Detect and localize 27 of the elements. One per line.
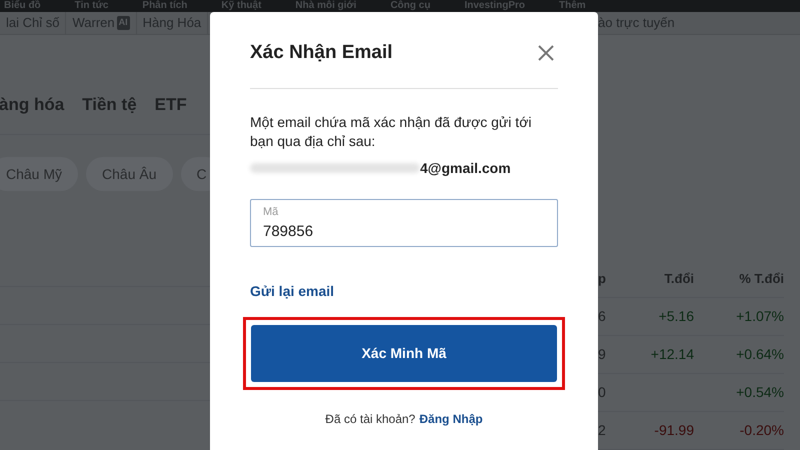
table-cell-text: 0 xyxy=(598,383,607,402)
region-chip[interactable]: Châu Âu xyxy=(86,157,173,191)
table-cell-text: 9 xyxy=(598,345,607,364)
table-cell-text: 2 xyxy=(598,421,607,440)
table-cell-text: 6 xyxy=(598,307,607,326)
category-tab[interactable]: Tiền tệ xyxy=(82,92,137,118)
resend-email-link[interactable]: Gửi lại email xyxy=(250,281,334,302)
column-header: p xyxy=(598,270,607,288)
dialog-title: Xác Nhận Email xyxy=(250,40,393,65)
table-cell-text: -0.20% xyxy=(740,421,784,440)
footer-text: Đã có tài khoản? xyxy=(325,411,416,428)
table-cell-text: +5.16 xyxy=(658,307,694,326)
column-header: T.đổi xyxy=(663,270,694,288)
category-tab[interactable]: ETF xyxy=(154,92,187,118)
verify-code-button[interactable]: Xác Minh Mã xyxy=(251,325,557,382)
table-cell-text: +1.07% xyxy=(736,307,784,326)
table-cell-text: -91.99 xyxy=(654,421,694,440)
table-cell-text: +0.54% xyxy=(736,383,784,402)
login-link[interactable]: Đăng Nhập xyxy=(419,410,483,428)
field-label: Mã xyxy=(263,206,278,219)
column-header: % T.đổi xyxy=(738,270,784,288)
dialog-message: Một email chứa mã xác nhận đã được gửi tới bạn qua địa chỉ sau: xyxy=(250,113,532,151)
table-cell-text: +12.14 xyxy=(650,345,694,364)
region-chip[interactable]: Châu Mỹ xyxy=(0,157,78,191)
email-address: 4@gmail.com xyxy=(420,158,511,178)
table-cell-text: +0.64% xyxy=(736,345,784,364)
close-icon[interactable] xyxy=(536,43,556,63)
